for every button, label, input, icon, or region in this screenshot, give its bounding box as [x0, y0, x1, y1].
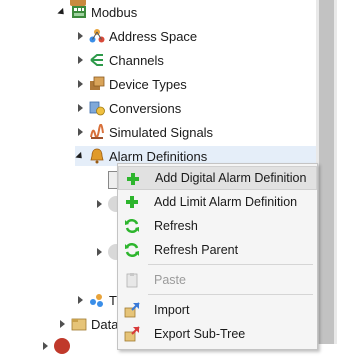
tree-item-label: Address Space	[109, 28, 198, 44]
tree-item-simulated-signals[interactable]: Simulated Signals	[75, 122, 213, 142]
tree-item-modbus[interactable]: Modbus	[57, 2, 137, 22]
expand-toggle[interactable]	[75, 74, 85, 94]
tree-item-label: Device Types	[109, 76, 187, 92]
expand-toggle[interactable]	[57, 314, 67, 334]
menu-item-paste[interactable]: Paste	[118, 268, 317, 292]
menu-item-refresh[interactable]: Refresh	[118, 214, 317, 238]
scrollbar-thumb[interactable]	[319, 0, 334, 344]
vertical-scrollbar[interactable]	[316, 0, 337, 344]
green-plus-icon	[125, 171, 141, 187]
menu-item-import[interactable]: Import	[118, 298, 317, 322]
simulated-signals-icon	[89, 123, 105, 140]
tree-item-label: Alarm Definitions	[109, 148, 208, 164]
menu-item-export-sub-tree[interactable]: Export Sub-Tree	[118, 322, 317, 346]
tree-item-label: T	[109, 292, 117, 308]
tree-item-address-space[interactable]: Address Space	[75, 26, 197, 46]
expand-toggle[interactable]	[75, 290, 85, 310]
alarm-icon	[89, 148, 105, 164]
refresh-icon	[124, 218, 140, 234]
modbus-icon	[71, 4, 87, 20]
menu-item-add-limit-alarm-definition[interactable]: Add Limit Alarm Definition	[118, 190, 317, 214]
expand-toggle[interactable]	[75, 98, 85, 118]
context-menu: Add Digital Alarm Definition Add Limit A…	[117, 163, 318, 350]
menu-separator	[148, 264, 313, 265]
tags-icon	[89, 292, 105, 308]
export-icon	[124, 326, 140, 342]
tree-item-label: Conversions	[109, 100, 182, 116]
conversions-icon	[89, 100, 105, 116]
import-icon	[124, 302, 140, 318]
expand-toggle[interactable]	[75, 122, 85, 142]
tree-item-label: Modbus	[91, 4, 138, 20]
tree-item-label: Data	[91, 316, 119, 332]
device-types-icon	[89, 76, 105, 92]
expand-toggle[interactable]	[75, 50, 85, 70]
tree-item-partial-bottom	[40, 336, 74, 356]
collapse-toggle[interactable]	[75, 146, 85, 166]
expand-toggle[interactable]	[75, 26, 85, 46]
tree-item-label: Simulated Signals	[109, 124, 214, 140]
address-space-icon	[89, 28, 105, 44]
menu-item-add-digital-alarm-definition[interactable]: Add Digital Alarm Definition	[118, 166, 317, 190]
collapse-toggle[interactable]	[57, 2, 67, 22]
green-plus-icon	[124, 194, 140, 210]
tree-item-device-types[interactable]: Device Types	[75, 74, 187, 94]
node-icon	[54, 338, 70, 354]
menu-separator	[148, 294, 313, 295]
tree-item-label: Channels	[109, 52, 164, 68]
tree-item-conversions[interactable]: Conversions	[75, 98, 181, 118]
refresh-icon	[124, 242, 140, 258]
expand-toggle[interactable]	[94, 194, 104, 214]
menu-item-refresh-parent[interactable]: Refresh Parent	[118, 238, 317, 262]
data-icon	[71, 316, 87, 332]
tree-item-partial-t[interactable]: T	[75, 290, 117, 310]
paste-icon	[124, 272, 140, 288]
expand-toggle[interactable]	[94, 242, 104, 262]
tree-item-data[interactable]: Data	[57, 314, 118, 334]
tree-item-channels[interactable]: Channels	[75, 50, 164, 70]
channels-icon	[89, 52, 105, 68]
